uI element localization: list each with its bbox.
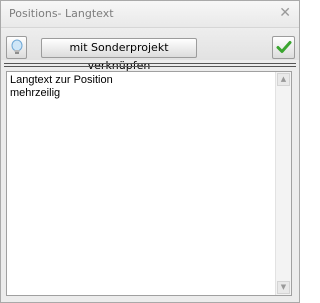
hint-button[interactable]: [6, 36, 27, 59]
lightbulb-icon: [11, 39, 22, 54]
title-bar[interactable]: Positions- Langtext ✕: [1, 1, 299, 28]
link-special-project-button[interactable]: mit Sonderprojekt verknüpfen: [41, 38, 197, 72]
scroll-up-icon[interactable]: ▲: [277, 73, 290, 86]
toolbar: mit Sonderprojekt verknüpfen: [1, 28, 299, 72]
separator: [4, 63, 296, 67]
vertical-scrollbar[interactable]: ▲ ▼: [275, 72, 291, 295]
long-text-content[interactable]: Langtext zur Position mehrzeilig: [10, 74, 272, 100]
confirm-button[interactable]: [272, 36, 295, 59]
checkmark-icon: [276, 41, 291, 53]
dialog-window: Positions- Langtext ✕ mit Sonderprojekt …: [0, 0, 300, 303]
scroll-down-icon[interactable]: ▼: [277, 281, 290, 294]
close-icon[interactable]: ✕: [279, 5, 291, 21]
window-title: Positions- Langtext: [9, 7, 114, 20]
long-text-area[interactable]: Langtext zur Position mehrzeilig ▲ ▼: [6, 71, 292, 296]
